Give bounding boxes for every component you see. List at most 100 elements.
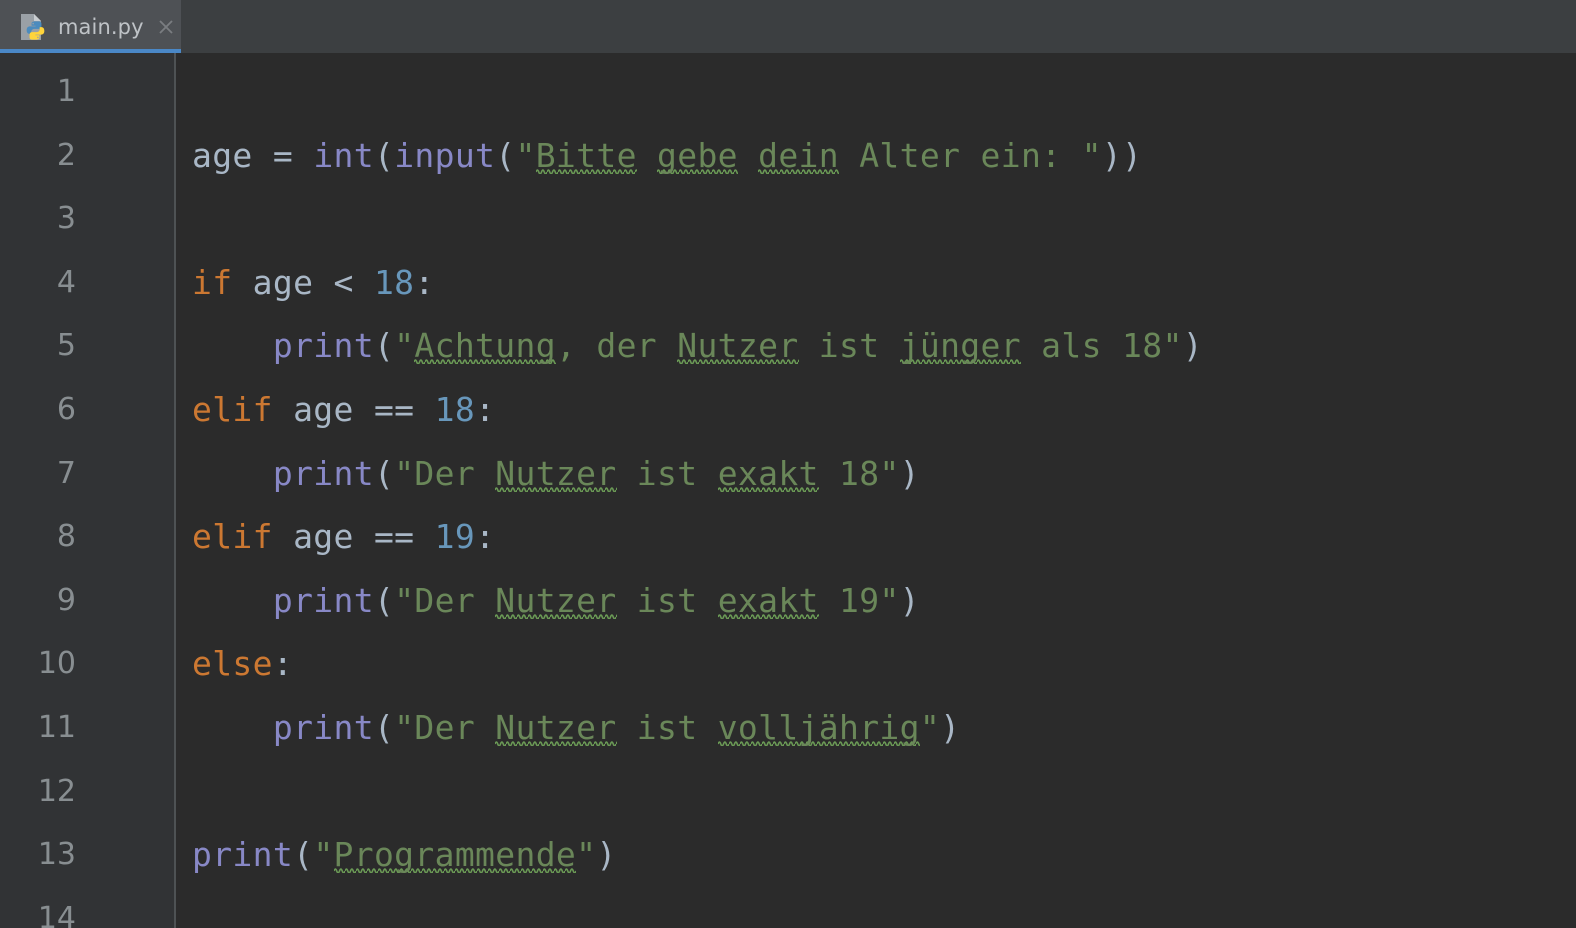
code-line-1[interactable] — [192, 60, 1576, 124]
code-token: print — [272, 326, 374, 366]
code-token: " — [919, 707, 941, 747]
code-token: : — [475, 389, 496, 429]
spellcheck-token: dein — [758, 135, 839, 175]
code-line-5[interactable]: print("Achtung, der Nutzer ist jünger al… — [192, 314, 1576, 378]
code-token: ist — [798, 326, 900, 366]
line-number-3[interactable]: 3 — [0, 187, 174, 251]
code-token: 18" — [818, 453, 900, 493]
code-token: 19" — [818, 580, 900, 620]
spellcheck-token: Achtung — [414, 326, 556, 366]
code-token: else — [192, 644, 273, 684]
close-icon[interactable] — [156, 17, 176, 37]
code-line-10[interactable]: else: — [192, 632, 1576, 696]
spellcheck-token: exakt — [717, 580, 819, 620]
code-token: ( — [293, 835, 314, 875]
code-line-11[interactable]: print("Der Nutzer ist volljährig") — [192, 696, 1576, 760]
code-token: )) — [1101, 135, 1143, 175]
code-token: == — [373, 517, 435, 557]
code-token: < — [333, 262, 374, 302]
code-token: ( — [373, 135, 395, 175]
code-line-12[interactable] — [192, 760, 1576, 824]
code-token: : — [272, 644, 294, 684]
spellcheck-token: Bitte — [535, 135, 637, 175]
code-token: ( — [495, 135, 516, 175]
spellcheck-token: volljährig — [717, 707, 920, 747]
code-token: ) — [899, 453, 920, 493]
line-number-1[interactable]: 1 — [0, 60, 174, 124]
code-token: ) — [940, 707, 961, 747]
code-token: if — [192, 262, 233, 302]
line-number-11[interactable]: 11 — [0, 696, 174, 760]
code-token: 18 — [434, 389, 476, 429]
code-token: "Der — [394, 453, 496, 493]
code-token: 19 — [434, 517, 476, 557]
code-token: ) — [899, 580, 920, 620]
code-token: "Der — [394, 580, 496, 620]
code-token: age — [232, 262, 334, 302]
code-token: age — [192, 135, 273, 175]
code-token: " — [515, 135, 536, 175]
code-token: ist — [616, 707, 718, 747]
line-number-13[interactable]: 13 — [0, 823, 174, 887]
spellcheck-token: Nutzer — [495, 453, 617, 493]
line-number-14[interactable]: 14 — [0, 887, 174, 928]
code-token: ( — [373, 707, 395, 747]
code-line-9[interactable]: print("Der Nutzer ist exakt 19") — [192, 569, 1576, 633]
code-token: elif — [192, 389, 273, 429]
code-token: : — [414, 262, 435, 302]
code-token: " — [313, 835, 334, 875]
code-token: ist — [616, 453, 718, 493]
code-token: print — [272, 707, 374, 747]
line-number-5[interactable]: 5 — [0, 314, 174, 378]
code-content[interactable]: age = int(input("Bitte gebe dein Alter e… — [176, 53, 1576, 928]
tab-label: main.py — [58, 14, 144, 39]
code-token: print — [192, 835, 294, 875]
tab-main-py[interactable]: main.py — [0, 0, 181, 53]
line-number-12[interactable]: 12 — [0, 760, 174, 824]
code-token: , der — [555, 326, 678, 366]
code-token: ) — [596, 835, 617, 875]
line-number-2[interactable]: 2 — [0, 124, 174, 188]
spellcheck-token: Nutzer — [495, 580, 617, 620]
code-line-8[interactable]: elif age == 19: — [192, 505, 1576, 569]
code-token: ( — [373, 326, 395, 366]
code-token: Alter ein: " — [839, 135, 1102, 175]
code-token: print — [272, 453, 374, 493]
line-number-gutter[interactable]: 1 2 3 4 5 6 7 8 9 10 11 12 13 14 — [0, 53, 176, 928]
code-token: print — [272, 580, 374, 620]
line-number-7[interactable]: 7 — [0, 442, 174, 506]
code-token: " — [394, 326, 415, 366]
line-number-8[interactable]: 8 — [0, 505, 174, 569]
spellcheck-token: jünger — [899, 326, 1021, 366]
spellcheck-token: Programmende — [333, 835, 577, 875]
code-line-3[interactable] — [192, 187, 1576, 251]
code-token: age — [272, 389, 374, 429]
code-line-14[interactable] — [192, 887, 1576, 928]
code-token: int — [313, 135, 374, 175]
code-line-2[interactable]: age = int(input("Bitte gebe dein Alter e… — [192, 124, 1576, 188]
line-number-6[interactable]: 6 — [0, 378, 174, 442]
code-token: input — [394, 135, 496, 175]
spellcheck-token: gebe — [657, 135, 738, 175]
code-token: elif — [192, 517, 273, 557]
line-number-4[interactable]: 4 — [0, 251, 174, 315]
code-token: = — [272, 135, 314, 175]
code-token: age — [272, 517, 374, 557]
code-token: 18 — [373, 262, 415, 302]
code-token: ist — [616, 580, 718, 620]
code-token: : — [475, 517, 496, 557]
line-number-10[interactable]: 10 — [0, 632, 174, 696]
spellcheck-token: Nutzer — [677, 326, 799, 366]
code-line-13[interactable]: print("Programmende") — [192, 823, 1576, 887]
code-line-4[interactable]: if age < 18: — [192, 251, 1576, 315]
line-number-9[interactable]: 9 — [0, 569, 174, 633]
code-line-7[interactable]: print("Der Nutzer ist exakt 18") — [192, 442, 1576, 506]
code-editor[interactable]: 1 2 3 4 5 6 7 8 9 10 11 12 13 14 age = int(input("Bit… — [0, 53, 1576, 928]
code-token: " — [576, 835, 597, 875]
code-line-6[interactable]: elif age == 18: — [192, 378, 1576, 442]
